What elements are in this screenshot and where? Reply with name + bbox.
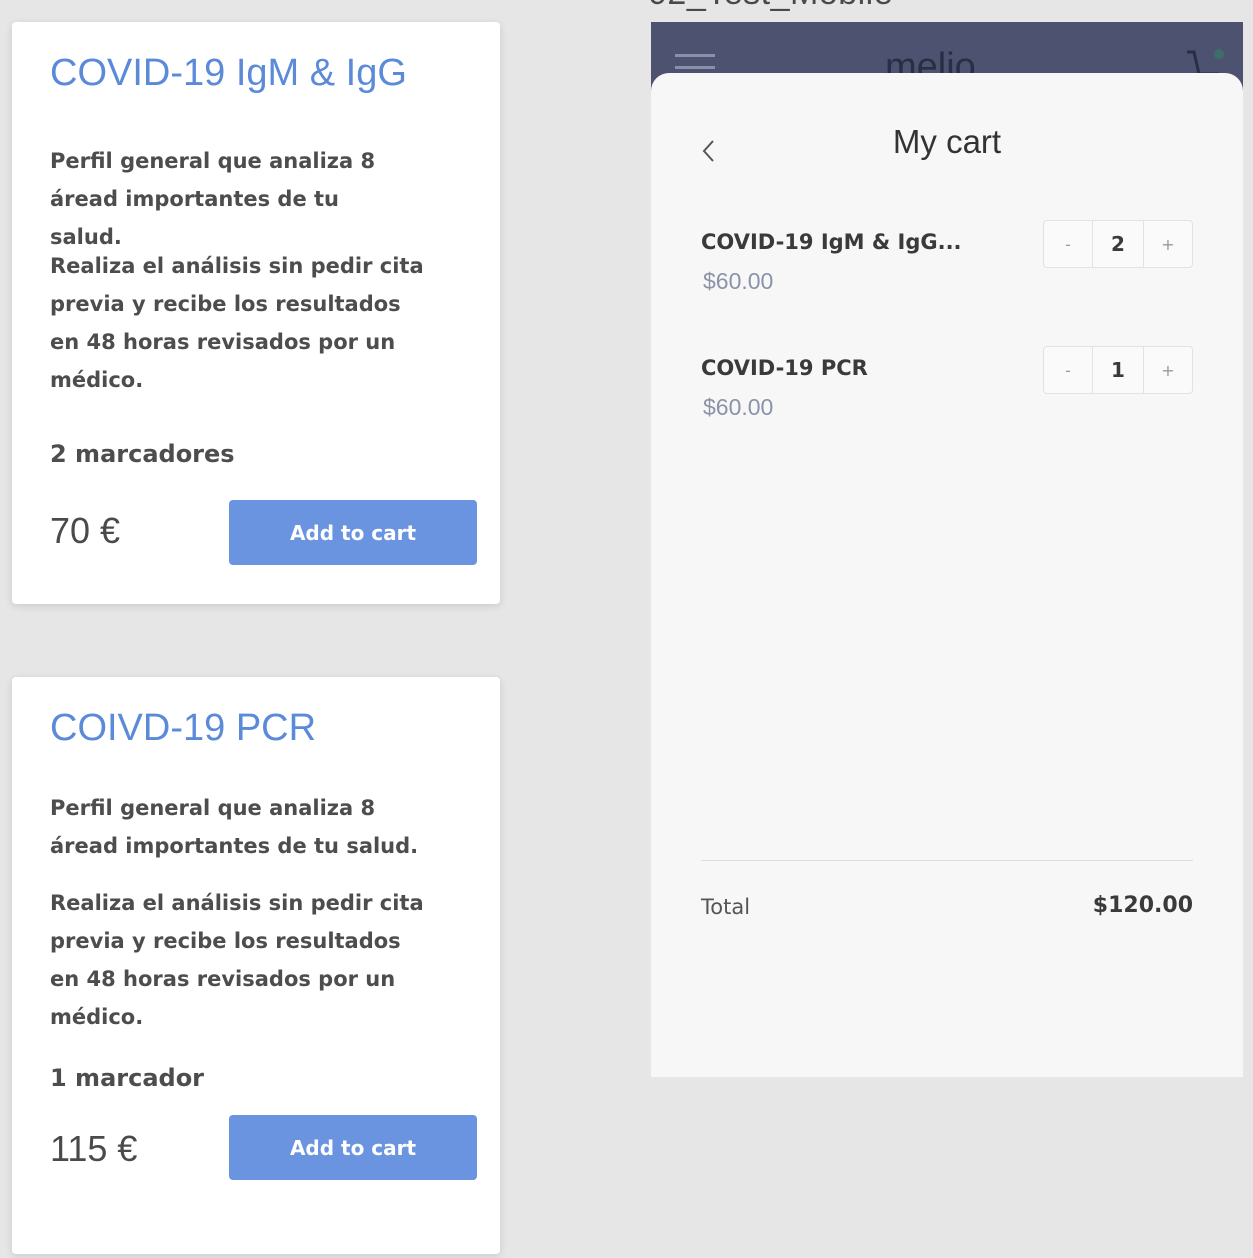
quantity-value: 1 (1092, 347, 1144, 393)
total-label: Total (701, 895, 751, 919)
product-price: 70 € (50, 510, 121, 551)
total-value: $120.00 (1092, 893, 1193, 918)
cart-item: COVID-19 IgM & IgG... $60.00 - 2 + (701, 220, 1193, 320)
cart-item: COVID-19 PCR $60.00 - 1 + (701, 346, 1193, 446)
cart-panel: My cart COVID-19 IgM & IgG... $60.00 - 2… (651, 73, 1243, 1077)
decrease-button[interactable]: - (1044, 347, 1092, 393)
add-to-cart-button[interactable]: Add to cart (229, 1115, 477, 1180)
cart-item-name: COVID-19 PCR (701, 356, 868, 380)
divider (701, 860, 1193, 861)
product-details: Realiza el análisis sin pedir cita previ… (50, 891, 424, 1029)
decrease-button[interactable]: - (1044, 221, 1092, 267)
product-price: 115 € (50, 1128, 138, 1169)
product-description: Perfil general que analiza 8 áread impor… (50, 796, 419, 858)
product-card: COIVD-19 PCR Perfil general que analiza … (12, 677, 500, 1254)
add-to-cart-button[interactable]: Add to cart (229, 500, 477, 565)
cart-title: My cart (892, 123, 1002, 160)
product-title: COIVD-19 PCR (50, 707, 317, 749)
product-card: COVID-19 IgM & IgG Perfil general que an… (12, 22, 500, 604)
product-description: Perfil general que analiza 8 áread impor… (50, 149, 376, 249)
cart-item-price: $60.00 (703, 268, 774, 294)
product-details: Realiza el análisis sin pedir cita previ… (50, 254, 424, 392)
cart-item-price: $60.00 (703, 394, 774, 420)
increase-button[interactable]: + (1144, 347, 1192, 393)
product-markers: 1 marcador (50, 1064, 205, 1092)
cart-item-name: COVID-19 IgM & IgG... (701, 230, 962, 254)
quantity-stepper: - 1 + (1043, 346, 1193, 394)
quantity-value: 2 (1092, 221, 1144, 267)
product-markers: 2 marcadores (50, 440, 235, 468)
product-title: COVID-19 IgM & IgG (50, 52, 407, 94)
quantity-stepper: - 2 + (1043, 220, 1193, 268)
frame-label: 02_Test_Mobile (648, 0, 893, 13)
increase-button[interactable]: + (1144, 221, 1192, 267)
